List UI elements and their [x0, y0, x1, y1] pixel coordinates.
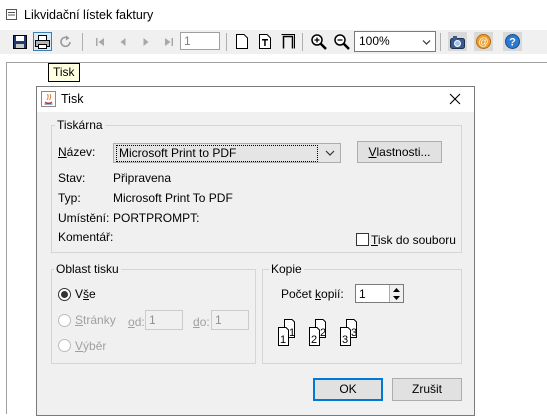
cancel-button[interactable]: Zrušit — [392, 378, 462, 401]
collate-page-3b: 3 — [351, 327, 357, 339]
to-field[interactable]: 1 — [211, 310, 249, 330]
print-icon — [35, 34, 50, 49]
refresh-button[interactable] — [56, 32, 75, 51]
properties-button[interactable]: Vlastnosti... — [357, 141, 442, 163]
print-tooltip: Tisk — [48, 63, 80, 82]
spinner-up-icon — [393, 288, 400, 292]
window-title: Likvidační lístek faktury — [24, 8, 154, 22]
from-label: od: — [128, 315, 145, 329]
printer-group-label: Tiskárna — [55, 118, 105, 132]
dialog-title: Tisk — [61, 92, 84, 106]
location-label: Umístění: — [58, 211, 110, 225]
collate-page-2b: 2 — [320, 327, 326, 339]
close-icon[interactable] — [447, 91, 463, 107]
pages-label: Stránky — [75, 313, 116, 327]
last-page-icon — [164, 37, 173, 46]
whole-page-button[interactable] — [278, 32, 297, 51]
collate-pages-icon: 1 1 2 2 3 3 — [278, 319, 357, 346]
next-page-button[interactable] — [136, 32, 155, 51]
all-pages-label: Vše — [75, 287, 96, 301]
export-icon — [450, 35, 465, 49]
zoom-out-icon — [333, 33, 350, 50]
save-icon — [12, 34, 27, 49]
from-field[interactable]: 1 — [145, 310, 183, 330]
help-button[interactable]: ? — [503, 32, 522, 51]
window-titlebar: Likvidační lístek faktury — [0, 0, 547, 30]
page-number-field[interactable]: 1 — [180, 32, 220, 50]
print-range-group-label: Oblast tisku — [54, 262, 121, 276]
page-view-button[interactable] — [232, 32, 251, 51]
email-button[interactable]: @ — [474, 32, 493, 51]
copies-count-value: 1 — [359, 287, 366, 301]
chevron-down-icon — [422, 40, 431, 45]
svg-text:@: @ — [478, 37, 488, 48]
zoom-in-icon — [310, 33, 327, 50]
last-page-button[interactable] — [159, 32, 178, 51]
collate-page-1a: 1 — [280, 334, 286, 346]
comment-label: Komentář: — [58, 230, 114, 244]
print-to-file-checkbox[interactable] — [356, 233, 369, 246]
help-icon: ? — [505, 34, 520, 49]
whole-page-icon — [281, 34, 295, 49]
page-icon — [235, 34, 248, 49]
pages-radio[interactable] — [58, 314, 71, 327]
printer-select-value: Microsoft Print to PDF — [116, 145, 318, 162]
toolbar: 1 @ ? — [0, 30, 547, 54]
spinner-arrows[interactable] — [389, 285, 403, 302]
page-width-button[interactable] — [255, 32, 274, 51]
all-pages-radio[interactable] — [58, 288, 71, 301]
zoom-select[interactable]: 100% — [354, 31, 436, 52]
zoom-in-button[interactable] — [309, 32, 328, 51]
dialog-titlebar: Tisk — [37, 87, 474, 112]
email-icon: @ — [476, 34, 491, 49]
type-label: Typ: — [58, 191, 81, 205]
spinner-down-icon — [393, 296, 400, 300]
printer-select[interactable]: Microsoft Print to PDF — [113, 143, 341, 163]
page-width-icon — [258, 34, 271, 49]
first-page-button[interactable] — [90, 32, 109, 51]
zoom-value: 100% — [359, 34, 390, 48]
print-button[interactable] — [33, 32, 52, 51]
print-to-file-label: Tisk do souboru — [371, 233, 456, 247]
prev-page-icon — [120, 37, 125, 46]
printer-name-label: Název: — [58, 145, 96, 159]
prev-page-button[interactable] — [113, 32, 132, 51]
collate-page-1b: 1 — [289, 327, 295, 339]
selection-radio[interactable] — [58, 339, 71, 352]
status-label: Stav: — [58, 171, 86, 185]
location-value: PORTPROMPT: — [113, 211, 200, 225]
refresh-icon — [59, 35, 71, 47]
status-value: Připravena — [113, 171, 172, 185]
zoom-out-button[interactable] — [332, 32, 351, 51]
app-icon — [6, 9, 17, 20]
export-button[interactable] — [448, 32, 467, 51]
copies-spinner[interactable]: 1 — [355, 284, 404, 303]
collate-page-2a: 2 — [311, 334, 317, 346]
to-label: do: — [193, 315, 210, 329]
copies-group-label: Kopie — [269, 262, 304, 276]
next-page-icon — [143, 37, 148, 46]
type-value: Microsoft Print To PDF — [113, 191, 233, 205]
ok-button[interactable]: OK — [313, 378, 383, 401]
java-icon — [41, 91, 56, 107]
save-button[interactable] — [10, 32, 29, 51]
chevron-down-icon — [325, 150, 335, 156]
print-dialog: Tisk Tiskárna Název: Microsoft Print to … — [36, 86, 475, 416]
selection-label: Výběr — [75, 339, 107, 353]
first-page-icon — [95, 37, 104, 46]
collate-page-3a: 3 — [342, 334, 348, 346]
copies-count-label: Počet kopií: — [281, 287, 344, 301]
svg-text:?: ? — [509, 37, 516, 49]
